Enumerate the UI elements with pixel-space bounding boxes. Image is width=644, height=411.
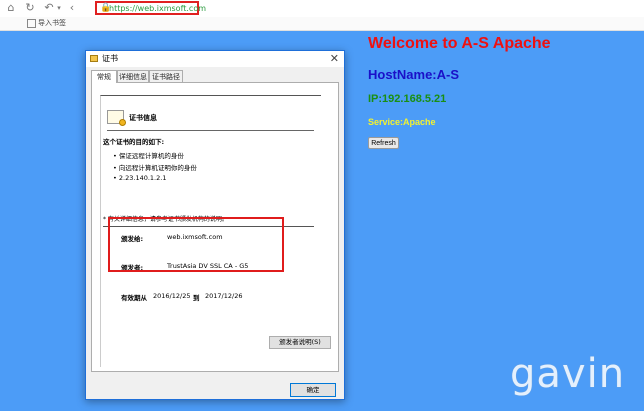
back-icon[interactable]: ‹ bbox=[66, 2, 78, 14]
dialog-title: 证书 bbox=[102, 54, 118, 63]
import-bookmarks-link[interactable]: 导入书签 bbox=[38, 18, 66, 28]
highlight-box bbox=[108, 217, 284, 272]
undo-icon[interactable]: ↶ bbox=[43, 2, 55, 14]
divider bbox=[107, 130, 314, 131]
browser-toolbar: ⌂ ↻ ↶ ▾ ‹ 🔒 https://web.ixmsoft.com bbox=[0, 0, 644, 18]
validity-from: 2016/12/25 bbox=[153, 292, 191, 300]
purpose-item: • 保证远程计算机的身份 bbox=[113, 152, 184, 160]
tab-details[interactable]: 详细信息 bbox=[117, 70, 149, 82]
dialog-titlebar[interactable]: 证书 ✕ bbox=[86, 51, 344, 67]
bookmarks-bar: 导入书签 bbox=[0, 17, 644, 31]
purpose-item: • 2.23.140.1.2.1 bbox=[113, 174, 167, 182]
ip-text: IP:192.168.5.21 bbox=[368, 93, 447, 105]
validity-label: 有效期从 bbox=[121, 294, 147, 302]
url-text: https://web.ixmsoft.com bbox=[109, 4, 207, 13]
home-icon[interactable]: ⌂ bbox=[5, 2, 17, 14]
ok-button[interactable]: 确定 bbox=[290, 383, 336, 397]
refresh-button[interactable]: Refresh bbox=[368, 137, 399, 149]
page-title: Welcome to A-S Apache bbox=[368, 35, 551, 52]
address-bar[interactable]: 🔒 https://web.ixmsoft.com bbox=[95, 1, 206, 15]
seal-icon bbox=[119, 119, 126, 126]
hostname-text: HostName:A-S bbox=[368, 67, 460, 82]
issuer-statement-button[interactable]: 颁发者说明(S) bbox=[269, 336, 331, 349]
purpose-heading: 这个证书的目的如下: bbox=[103, 138, 165, 146]
certificate-icon bbox=[90, 55, 98, 62]
service-text: Service:Apache bbox=[368, 117, 436, 127]
tab-cert-path[interactable]: 证书路径 bbox=[149, 70, 183, 82]
certificate-icon bbox=[107, 110, 126, 126]
tab-general[interactable]: 常规 bbox=[91, 70, 117, 83]
import-bookmarks-icon[interactable] bbox=[27, 19, 36, 28]
refresh-icon[interactable]: ↻ bbox=[24, 2, 36, 14]
chevron-down-icon[interactable]: ▾ bbox=[55, 2, 63, 14]
cert-info-heading: 证书信息 bbox=[129, 114, 157, 122]
validity-to-word: 到 bbox=[193, 294, 200, 302]
validity-to: 2017/12/26 bbox=[205, 292, 243, 300]
close-icon[interactable]: ✕ bbox=[330, 52, 339, 65]
watermark: gavin bbox=[510, 351, 626, 397]
purpose-item: • 向远程计算机证明你的身份 bbox=[113, 164, 197, 172]
